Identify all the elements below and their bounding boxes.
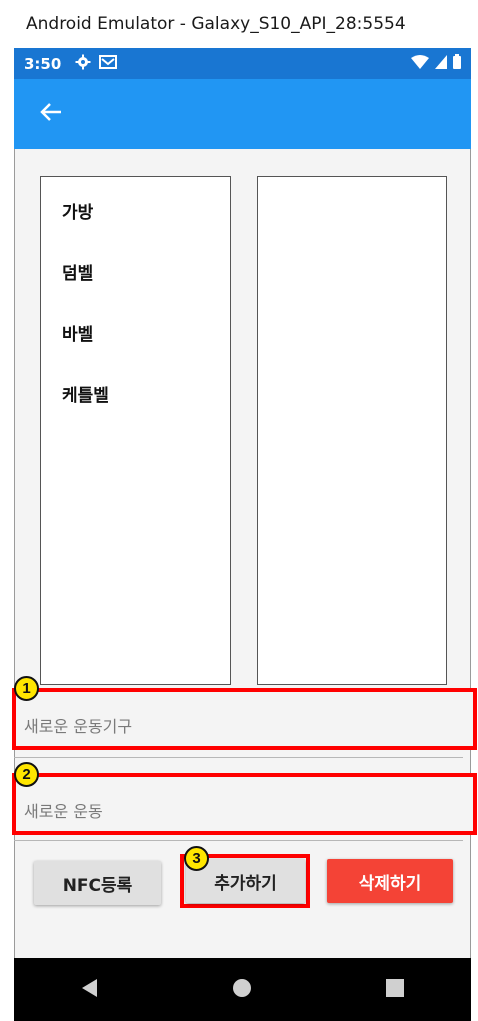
field-divider	[14, 757, 463, 758]
annotation-badge-2: 2	[14, 762, 39, 787]
home-circle-icon	[232, 978, 252, 1002]
list-item-label: 바벨	[62, 325, 94, 345]
signal-icon	[435, 54, 447, 73]
list-item-label: 가방	[62, 203, 94, 223]
system-nav-bar	[14, 958, 471, 1021]
new-exercise-input[interactable]	[24, 797, 444, 825]
nfc-register-button[interactable]: NFC등록	[34, 861, 161, 905]
list-item-label: 케틀벨	[62, 386, 109, 406]
delete-button-label: 삭제하기	[358, 873, 422, 894]
app-bar	[14, 79, 471, 149]
nav-back-button[interactable]	[60, 970, 120, 1010]
list-item[interactable]: 덤벨	[41, 241, 230, 302]
status-bar: 3:50	[14, 48, 471, 79]
gear-icon	[75, 54, 91, 74]
list-item[interactable]: 가방	[41, 180, 230, 241]
exercise-list	[257, 176, 447, 685]
add-button-label: 추가하기	[214, 873, 277, 894]
arrow-left-icon	[40, 102, 62, 126]
window-title-bar: Android Emulator - Galaxy_S10_API_28:555…	[0, 0, 478, 48]
annotation-badge-1: 1	[14, 676, 39, 701]
back-triangle-icon	[81, 978, 99, 1002]
list-item[interactable]: 케틀벨	[41, 363, 230, 424]
battery-icon	[453, 54, 461, 73]
status-time: 3:50	[24, 54, 62, 73]
back-button[interactable]	[38, 101, 64, 127]
mail-icon	[99, 54, 118, 74]
window-title: Android Emulator - Galaxy_S10_API_28:555…	[26, 14, 406, 34]
nfc-register-label: NFC등록	[62, 875, 133, 896]
new-equipment-field-box	[12, 688, 477, 750]
nav-recents-button[interactable]	[365, 970, 425, 1010]
wifi-icon	[411, 54, 429, 73]
list-item[interactable]: 바벨	[41, 302, 230, 363]
annotation-badge-3: 3	[184, 846, 209, 871]
equipment-list: 가방 덤벨 바벨 케틀벨	[40, 176, 231, 685]
field-divider	[14, 840, 463, 841]
list-item-label: 덤벨	[62, 264, 94, 284]
recents-square-icon	[385, 978, 404, 1001]
nav-home-button[interactable]	[212, 970, 272, 1010]
new-equipment-input[interactable]	[24, 712, 444, 740]
new-exercise-field-box	[12, 773, 477, 835]
delete-button[interactable]: 삭제하기	[327, 859, 453, 903]
